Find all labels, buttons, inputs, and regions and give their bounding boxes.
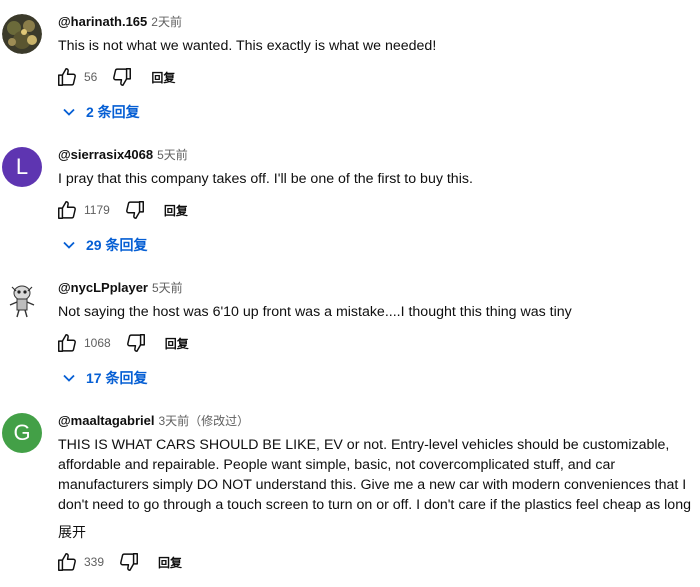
author-name[interactable]: @sierrasix4068 — [58, 147, 153, 162]
avatar-letter: L — [15, 154, 29, 179]
like-button[interactable] — [56, 199, 78, 221]
comment-actions: 1179 回复 — [56, 198, 188, 222]
like-button[interactable] — [56, 332, 78, 354]
comment-text: I pray that this company takes off. I'll… — [58, 169, 700, 189]
comment-text-line: I pray that this company takes off. I'll… — [58, 171, 473, 187]
dislike-button[interactable] — [124, 199, 146, 221]
thumbs-down-icon — [125, 201, 144, 219]
cartoon-avatar-icon — [2, 279, 42, 319]
comment-header: @maaltagabriel 3天前（修改过） — [58, 412, 249, 430]
thumbs-up-icon — [58, 553, 76, 571]
chevron-down-icon — [63, 374, 75, 382]
comment-text-line: Not saying the host was 6'10 up front wa… — [58, 304, 572, 320]
replies-toggle[interactable]: 2 条回复 — [62, 100, 140, 124]
thumbs-up-icon — [58, 201, 76, 219]
replies-count: 17 条回复 — [86, 370, 148, 386]
chevron-down-icon — [63, 241, 75, 249]
dislike-button[interactable] — [111, 66, 133, 88]
like-count: 56 — [84, 70, 98, 84]
chevron-down-icon — [63, 108, 75, 116]
avatar[interactable]: L — [2, 147, 42, 187]
comment-text: THIS IS WHAT CARS SHOULD BE LIKE, EV or … — [58, 435, 700, 515]
comment-text-line: THIS IS WHAT CARS SHOULD BE LIKE, EV or … — [58, 437, 670, 453]
like-count: 339 — [84, 555, 105, 569]
like-count: 1179 — [84, 203, 110, 217]
comment-header: @sierrasix4068 5天前 — [58, 146, 188, 164]
replies-count: 29 条回复 — [86, 237, 148, 253]
like-count: 1068 — [84, 336, 111, 350]
comment-actions: 339 回复 — [56, 550, 182, 574]
thumbs-down-icon — [120, 553, 139, 571]
reply-button[interactable]: 回复 — [165, 335, 189, 352]
comment-header: @harinath.165 2天前 — [58, 13, 182, 31]
comment-time[interactable]: 3天前（修改过） — [159, 414, 250, 428]
avatar[interactable]: G — [2, 413, 42, 453]
like-button[interactable] — [56, 551, 78, 573]
comment-text-line: manufacturers simply DO NOT understand t… — [58, 477, 687, 493]
thumbs-down-icon — [113, 68, 132, 86]
author-name[interactable]: @maaltagabriel — [58, 413, 155, 428]
avatar[interactable] — [2, 14, 42, 54]
author-name[interactable]: @nycLPplayer — [58, 280, 148, 295]
comment-text: This is not what we wanted. This exactly… — [58, 36, 700, 56]
comment-time[interactable]: 2天前 — [151, 15, 182, 29]
photo-avatar-icon — [2, 14, 42, 54]
dislike-button[interactable] — [125, 332, 147, 354]
replies-toggle[interactable]: 29 条回复 — [62, 233, 147, 257]
reply-button[interactable]: 回复 — [151, 69, 175, 86]
reply-button[interactable]: 回复 — [164, 202, 188, 219]
replies-toggle[interactable]: 17 条回复 — [62, 366, 147, 390]
author-name[interactable]: @harinath.165 — [58, 14, 147, 29]
comment-text-line: affordable and repairable. People want s… — [58, 457, 616, 473]
dislike-button[interactable] — [118, 551, 140, 573]
avatar-letter: G — [13, 420, 31, 445]
thumbs-up-icon — [58, 334, 76, 352]
like-button[interactable] — [56, 66, 78, 88]
expand-button[interactable]: 展开 — [58, 522, 86, 542]
avatar[interactable] — [2, 279, 42, 319]
comment-text-line: This is not what we wanted. This exactly… — [58, 38, 437, 54]
comment-time[interactable]: 5天前 — [157, 148, 188, 162]
comment-time[interactable]: 5天前 — [152, 281, 183, 295]
comment-header: @nycLPplayer 5天前 — [58, 279, 183, 297]
reply-button[interactable]: 回复 — [158, 554, 182, 571]
thumbs-down-icon — [126, 334, 145, 352]
comment-text: Not saying the host was 6'10 up front wa… — [58, 302, 700, 322]
comment-text-line: don't need to go through a touch screen … — [58, 497, 691, 513]
thumbs-up-icon — [58, 68, 76, 86]
comment-actions: 1068 回复 — [56, 331, 189, 355]
comment-actions: 56 回复 — [56, 65, 175, 89]
replies-count: 2 条回复 — [86, 104, 140, 120]
